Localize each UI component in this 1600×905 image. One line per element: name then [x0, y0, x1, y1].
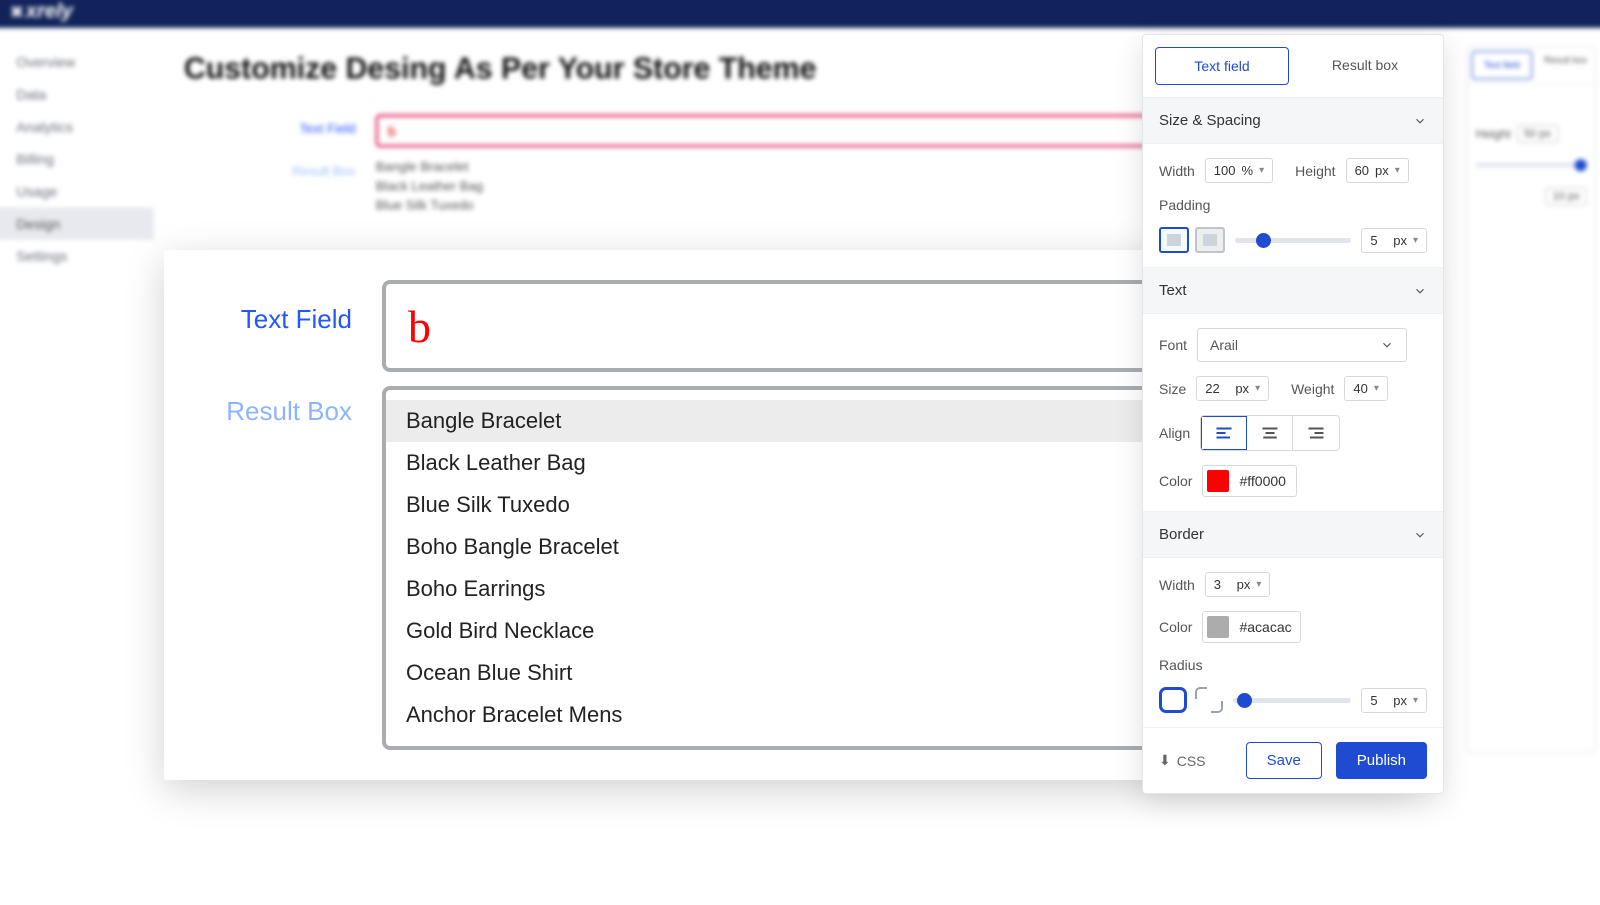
design-panel: Text field Result box Size & Spacing Wid… [1142, 34, 1444, 794]
radius-mode-individual-icon[interactable] [1195, 687, 1223, 713]
caret-down-icon: ▾ [1256, 579, 1261, 590]
publish-button[interactable]: Publish [1336, 742, 1427, 779]
sidebar-item[interactable]: Overview [16, 46, 143, 78]
caret-down-icon: ▾ [1374, 383, 1379, 394]
align-center-button[interactable] [1247, 416, 1293, 450]
radius-label: Radius [1159, 657, 1203, 673]
section-border[interactable]: Border [1143, 511, 1443, 558]
brand-name: xrely [26, 0, 73, 23]
caret-down-icon: ▾ [1395, 165, 1400, 176]
align-right-button[interactable] [1293, 416, 1339, 450]
preview-textfield-value: b [408, 300, 431, 353]
bg-slider [1476, 163, 1587, 167]
save-button[interactable]: Save [1246, 742, 1322, 779]
height-input[interactable]: 60 px ▾ [1346, 158, 1409, 183]
color-swatch [1207, 470, 1229, 492]
color-label: Color [1159, 473, 1192, 489]
bg-design-panel: Text field Result box Height 50 px 10 px [1467, 46, 1596, 753]
chevron-down-icon [1413, 284, 1427, 298]
radius-value-input[interactable]: 5 px ▾ [1361, 688, 1427, 713]
top-nav: xrely [0, 0, 1600, 28]
font-weight-input[interactable]: 40 ▾ [1344, 376, 1388, 401]
border-color-input[interactable]: #acacac [1202, 611, 1300, 643]
weight-label: Weight [1291, 381, 1334, 397]
preview-textfield-label: Text Field [182, 280, 382, 335]
padding-mode-all-icon[interactable] [1159, 227, 1189, 253]
text-color-input[interactable]: #ff0000 [1202, 465, 1296, 497]
width-label: Width [1159, 163, 1195, 179]
sidebar-item[interactable]: Settings [16, 240, 143, 272]
sidebar-item[interactable]: Analytics [16, 111, 143, 143]
chevron-down-icon [1380, 338, 1394, 352]
slider-thumb[interactable] [1237, 693, 1252, 708]
size-label: Size [1159, 381, 1186, 397]
sidebar-item[interactable]: Data [16, 78, 143, 110]
border-width-label: Width [1159, 577, 1195, 593]
font-size-input[interactable]: 22 px ▾ [1196, 376, 1269, 401]
radius-slider[interactable] [1233, 698, 1351, 703]
section-text[interactable]: Text [1143, 267, 1443, 314]
text-color-hex: #ff0000 [1239, 473, 1285, 489]
padding-slider[interactable] [1235, 238, 1351, 243]
padding-label: Padding [1159, 197, 1210, 213]
section-title: Size & Spacing [1159, 112, 1261, 129]
font-select[interactable]: Arail [1197, 328, 1407, 362]
align-label: Align [1159, 425, 1190, 441]
padding-value-input[interactable]: 5 px ▾ [1361, 228, 1427, 253]
section-size-spacing[interactable]: Size & Spacing [1143, 97, 1443, 144]
bg-tab: Result box [1536, 47, 1595, 83]
border-color-hex: #acacac [1239, 619, 1291, 635]
chevron-down-icon [1413, 528, 1427, 542]
font-value: Arail [1210, 337, 1238, 353]
bg-tab: Text field [1472, 51, 1533, 79]
tab-text-field[interactable]: Text field [1155, 47, 1289, 85]
font-label: Font [1159, 337, 1187, 353]
bg-textfield-label: Text Field [184, 115, 376, 136]
padding-mode-individual-icon[interactable] [1195, 227, 1225, 253]
sidebar-item[interactable]: Usage [16, 175, 143, 207]
bg-resultbox-label: Result Box [184, 157, 376, 178]
download-icon: ⬇ [1159, 752, 1171, 769]
width-input[interactable]: 100 % ▾ [1205, 158, 1273, 183]
align-left-button[interactable] [1201, 416, 1247, 450]
caret-down-icon: ▾ [1413, 695, 1418, 706]
caret-down-icon: ▾ [1255, 383, 1260, 394]
caret-down-icon: ▾ [1259, 165, 1264, 176]
border-color-label: Color [1159, 619, 1192, 635]
section-title: Border [1159, 526, 1204, 543]
sidebar: Overview Data Analytics Billing Usage De… [0, 28, 144, 905]
bg-height-label: Height [1476, 127, 1511, 141]
chevron-down-icon [1413, 114, 1427, 128]
download-css-link[interactable]: ⬇ CSS [1159, 752, 1206, 769]
preview-resultbox-label: Result Box [182, 386, 382, 427]
color-swatch [1207, 616, 1229, 638]
brand-logo [10, 0, 26, 23]
section-title: Text [1159, 282, 1187, 299]
border-width-input[interactable]: 3 px ▾ [1205, 572, 1271, 597]
sidebar-item-design[interactable]: Design [0, 208, 154, 240]
caret-down-icon: ▾ [1413, 235, 1418, 246]
slider-thumb[interactable] [1256, 233, 1271, 248]
height-label: Height [1295, 163, 1335, 179]
sidebar-item[interactable]: Billing [16, 143, 143, 175]
tab-result-box[interactable]: Result box [1299, 47, 1431, 85]
radius-mode-all-icon[interactable] [1159, 687, 1187, 713]
